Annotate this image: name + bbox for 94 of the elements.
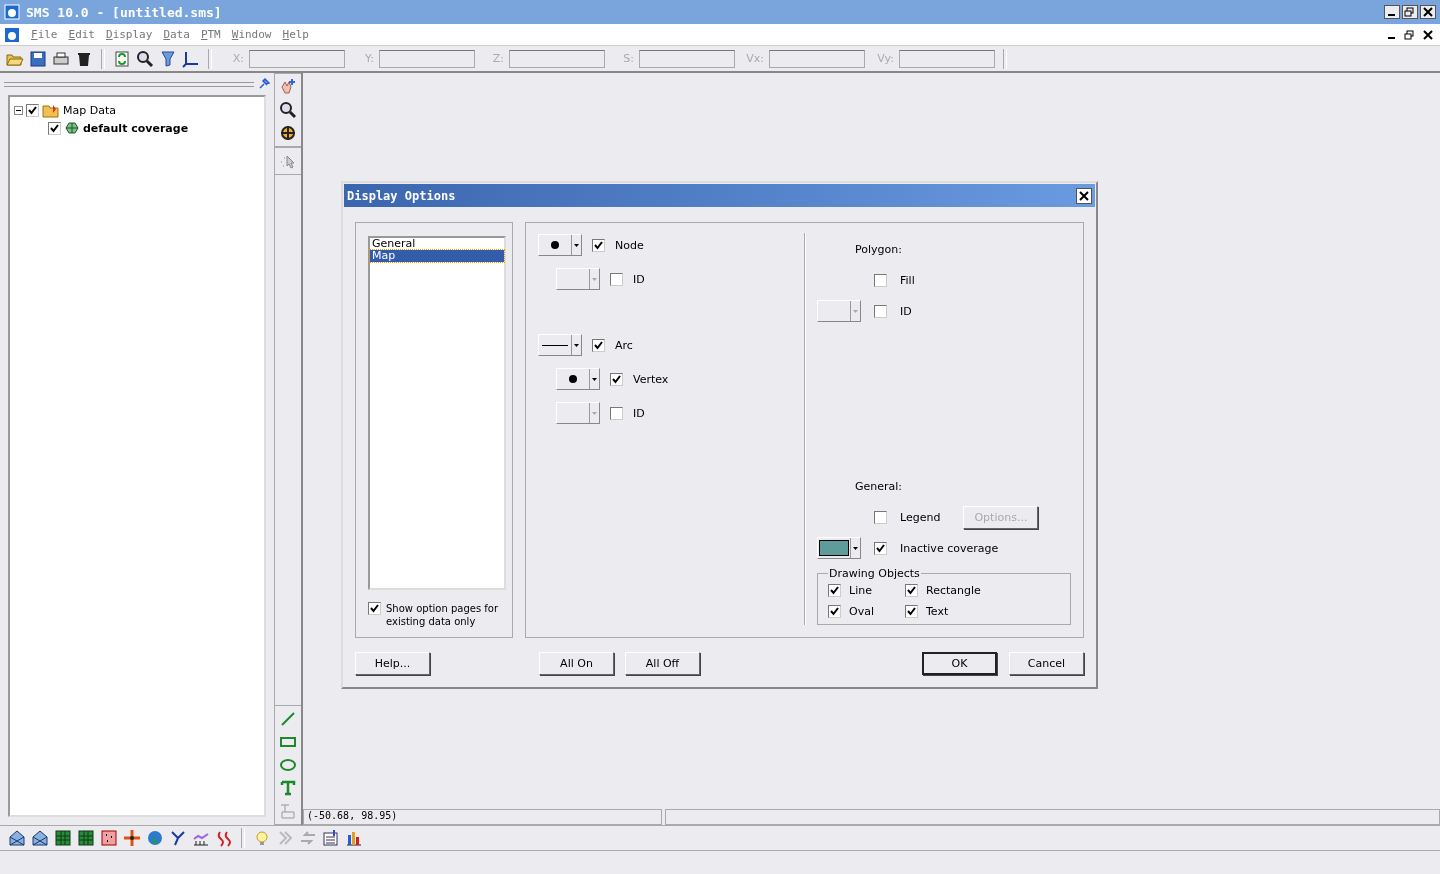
- grid-stack-icon[interactable]: [77, 829, 95, 847]
- dialog-button[interactable]: All On: [539, 652, 614, 675]
- page-list-item[interactable]: Map: [370, 250, 504, 262]
- checkbox[interactable]: [905, 584, 918, 597]
- checkbox[interactable]: [592, 238, 605, 252]
- refresh-icon[interactable]: [113, 49, 131, 68]
- checkbox-label: Vertex: [633, 372, 669, 386]
- checkbox[interactable]: [368, 602, 381, 615]
- checkbox[interactable]: [905, 605, 918, 618]
- menu-item[interactable]: File: [31, 28, 58, 41]
- checkbox[interactable]: [610, 406, 623, 420]
- dialog-title: Display Options: [347, 188, 456, 203]
- symbol-dropdown[interactable]: [538, 234, 582, 256]
- menu-item[interactable]: Help: [282, 28, 309, 41]
- compass-icon[interactable]: [123, 829, 141, 847]
- checkbox-label: Show option pages for existing data only: [386, 602, 500, 628]
- zoom-icon[interactable]: [136, 49, 154, 68]
- oval-tool-icon[interactable]: [279, 756, 297, 774]
- checkbox-label: Oval: [849, 605, 874, 618]
- menu-item[interactable]: PTM: [200, 28, 221, 41]
- document-app-icon[interactable]: [4, 26, 20, 43]
- app-icon: [4, 4, 20, 20]
- printer-icon[interactable]: [52, 49, 70, 68]
- dialog-button[interactable]: Cancel: [1009, 652, 1084, 675]
- tree-item[interactable]: default coverage: [83, 121, 189, 135]
- close-icon[interactable]: [1076, 187, 1092, 204]
- pan-icon[interactable]: [279, 124, 297, 142]
- checkbox-label: Line: [849, 584, 872, 597]
- checkbox-label: Node: [615, 238, 644, 252]
- checkbox-label: Fill: [900, 273, 915, 287]
- close-icon[interactable]: [1420, 27, 1436, 42]
- symbol-dropdown[interactable]: [538, 334, 582, 356]
- coordinate-label: S:: [622, 52, 634, 65]
- checkbox[interactable]: [828, 584, 841, 597]
- checkbox-label: Rectangle: [926, 584, 981, 597]
- checkbox[interactable]: [874, 510, 887, 524]
- section-heading: Polygon:: [855, 243, 903, 256]
- document-icon[interactable]: [322, 829, 340, 847]
- checkbox-label: Arc: [615, 338, 633, 352]
- checkbox-label: Inactive coverage: [900, 541, 999, 555]
- coordinate-label: Vx:: [745, 52, 764, 65]
- wave-icon[interactable]: [215, 829, 233, 847]
- menu-item[interactable]: Edit: [68, 28, 95, 41]
- checkbox[interactable]: [828, 605, 841, 618]
- checkbox[interactable]: [48, 121, 61, 135]
- save-icon[interactable]: [29, 49, 47, 68]
- restore-icon[interactable]: [1402, 5, 1418, 19]
- dialog-button[interactable]: OK: [922, 652, 997, 675]
- checkbox-label: ID: [633, 406, 645, 420]
- grid-icon[interactable]: [54, 829, 72, 847]
- zoom-in-icon[interactable]: [279, 101, 297, 119]
- coordinate-label: Y:: [364, 52, 374, 65]
- checkbox[interactable]: [874, 304, 887, 318]
- checkbox[interactable]: [592, 338, 605, 352]
- dialog-button[interactable]: All Off: [625, 652, 700, 675]
- checkbox[interactable]: [610, 372, 623, 386]
- pin-icon[interactable]: [258, 78, 270, 90]
- color-dropdown[interactable]: [817, 537, 861, 559]
- checkbox[interactable]: [26, 103, 39, 117]
- checkbox-label: Legend: [900, 510, 941, 524]
- folder-icon: [42, 102, 60, 118]
- coverage-icon: [64, 120, 80, 136]
- checkbox-label: ID: [633, 272, 645, 286]
- globe-icon[interactable]: [146, 829, 164, 847]
- checkbox-label: Text: [926, 605, 949, 618]
- coordinate-label: Z:: [491, 52, 504, 65]
- dialog-button[interactable]: Help...: [355, 652, 430, 675]
- hand-icon[interactable]: [279, 78, 297, 96]
- coordinate-label: Vy:: [876, 52, 894, 65]
- page-list-item[interactable]: General: [370, 238, 504, 250]
- minimize-icon[interactable]: [1384, 5, 1400, 19]
- close-icon[interactable]: [1420, 5, 1436, 19]
- network-icon[interactable]: [169, 829, 187, 847]
- checkbox[interactable]: [610, 272, 623, 286]
- menu-item[interactable]: Data: [163, 28, 190, 41]
- scatter-icon[interactable]: [100, 829, 118, 847]
- section-heading: General:: [855, 480, 904, 493]
- line-tool-icon[interactable]: [279, 710, 297, 728]
- axes-icon[interactable]: [182, 49, 200, 68]
- symbol-dropdown[interactable]: [556, 368, 600, 390]
- cursor-coordinates: (-50.68, 98.95): [303, 809, 662, 825]
- group-title: Drawing Objects: [828, 567, 921, 580]
- checkbox[interactable]: [874, 541, 887, 555]
- text-tool-icon[interactable]: [279, 779, 297, 797]
- checkbox-label: ID: [900, 304, 912, 318]
- funnel-icon[interactable]: [159, 49, 177, 68]
- window-title: SMS 10.0 - [untitled.sms]: [26, 4, 222, 20]
- collapse-icon[interactable]: [14, 105, 23, 115]
- coordinate-label: X:: [231, 52, 244, 65]
- bar-chart-icon[interactable]: [345, 829, 363, 847]
- tree-item[interactable]: Map Data: [63, 103, 116, 117]
- checkbox[interactable]: [874, 273, 887, 287]
- menu-item[interactable]: Window: [231, 28, 272, 41]
- menu-item[interactable]: Display: [106, 28, 153, 41]
